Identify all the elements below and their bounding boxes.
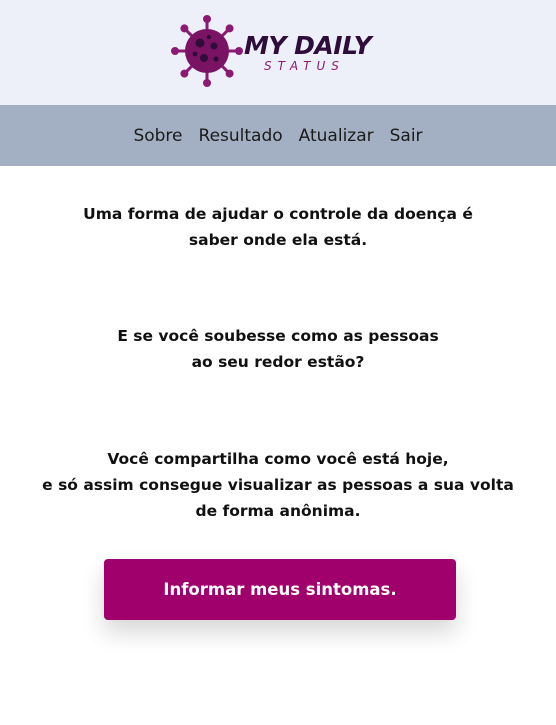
nav-link-atualizar[interactable]: Atualizar <box>299 124 374 148</box>
nav-link-sair[interactable]: Sair <box>390 124 423 148</box>
nav-link-resultado[interactable]: Resultado <box>199 124 283 148</box>
text-line: e só assim consegue visualizar as pessoa… <box>42 476 514 494</box>
question-paragraph: E se você soubesse como as pessoas ao se… <box>0 323 556 375</box>
report-symptoms-button[interactable]: Informar meus sintomas. <box>104 559 456 620</box>
main-nav: Sobre Resultado Atualizar Sair <box>0 105 556 166</box>
text-line: E se você soubesse como as pessoas <box>117 327 439 345</box>
intro-paragraph: Uma forma de ajudar o controle da doença… <box>0 201 556 253</box>
text-line: ao seu redor estão? <box>191 353 365 371</box>
text-line: Você compartilha como você está hoje, <box>107 450 449 468</box>
share-paragraph: Você compartilha como você está hoje, e … <box>0 446 556 524</box>
nav-link-sobre[interactable]: Sobre <box>133 124 182 148</box>
text-line: de forma anônima. <box>195 502 361 520</box>
text-line: Uma forma de ajudar o controle da doença… <box>83 205 473 223</box>
logo-subtitle: STATUS <box>264 59 345 73</box>
header: MY DAILY STATUS <box>0 0 556 105</box>
logo-title: MY DAILY <box>244 31 372 60</box>
logo[interactable]: MY DAILY STATUS <box>171 15 391 87</box>
main-content: Uma forma de ajudar o controle da doença… <box>0 166 556 725</box>
virus-icon <box>171 15 243 87</box>
text-line: saber onde ela está. <box>188 231 368 249</box>
